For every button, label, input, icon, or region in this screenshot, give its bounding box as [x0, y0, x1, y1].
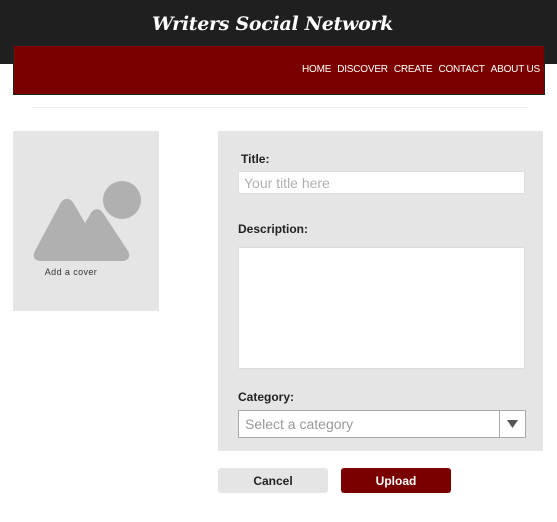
title-label: Title: — [241, 152, 270, 166]
nav-create[interactable]: CREATE — [394, 64, 433, 75]
description-textarea[interactable] — [238, 247, 525, 369]
upload-form: Title: Description: Category: Select a c… — [218, 131, 543, 451]
nav-home[interactable]: HOME — [302, 64, 331, 75]
nav-about-us[interactable]: ABOUT US — [491, 64, 541, 75]
upload-button[interactable]: Upload — [341, 468, 451, 493]
nav-links: HOME DISCOVER CREATE CONTACT ABOUT US — [302, 64, 540, 75]
description-label: Description: — [238, 222, 309, 236]
category-label: Category: — [238, 390, 295, 404]
cancel-button[interactable]: Cancel — [218, 468, 328, 493]
nav-bar: HOME DISCOVER CREATE CONTACT ABOUT US — [13, 45, 545, 95]
divider — [32, 107, 528, 108]
image-placeholder-icon — [33, 181, 141, 261]
category-select[interactable]: Select a category — [238, 410, 526, 438]
category-select-placeholder: Select a category — [245, 416, 354, 432]
title-input[interactable] — [238, 171, 525, 194]
site-title[interactable]: Writers Social Network — [0, 13, 545, 35]
nav-contact[interactable]: CONTACT — [438, 64, 484, 75]
triangle-down-icon — [507, 420, 518, 428]
add-cover-button[interactable]: Add a cover — [13, 131, 159, 311]
dropdown-arrow-button[interactable] — [499, 411, 525, 437]
nav-discover[interactable]: DISCOVER — [337, 64, 388, 75]
add-cover-label: Add a cover — [44, 267, 98, 277]
